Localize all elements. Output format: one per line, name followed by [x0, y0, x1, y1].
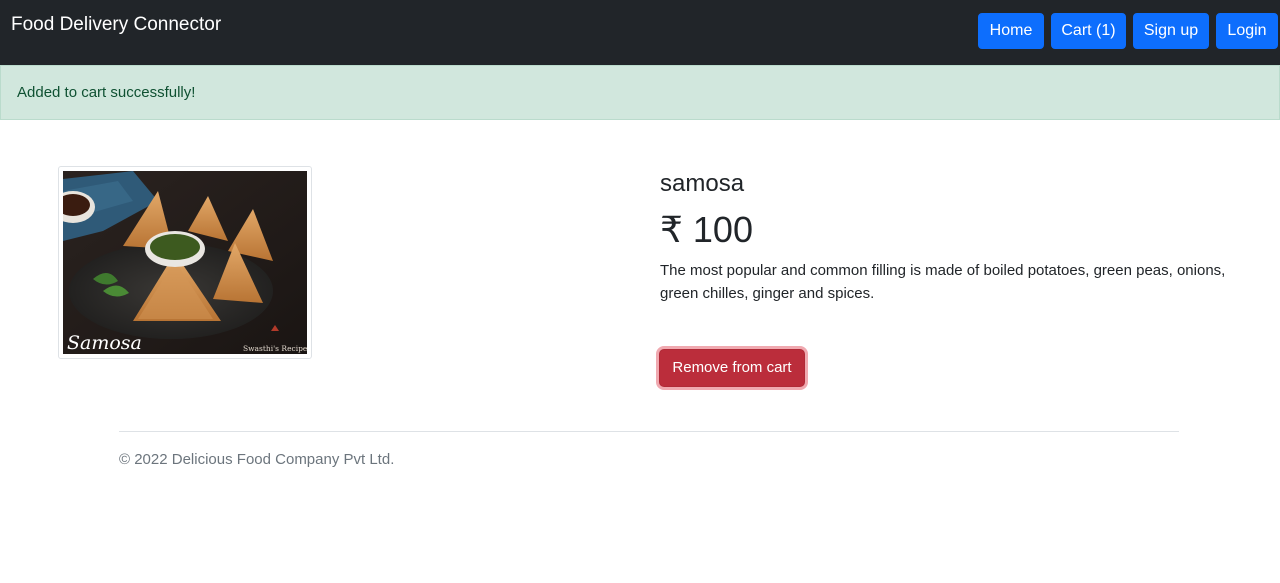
- footer-divider: [119, 431, 1179, 432]
- cart-button[interactable]: Cart (1): [1051, 13, 1126, 49]
- product-description: The most popular and common filling is m…: [660, 262, 1226, 302]
- signup-button[interactable]: Sign up: [1133, 13, 1209, 49]
- top-navbar: Food Delivery Connector Home Cart (1) Si…: [0, 0, 1280, 65]
- product-title: samosa: [660, 170, 745, 197]
- login-button[interactable]: Login: [1216, 13, 1278, 49]
- image-watermark-text: Swasthi's Recipes: [243, 344, 307, 353]
- product-price: ₹ 100: [660, 209, 753, 250]
- alert-message: Added to cart successfully!: [17, 84, 196, 101]
- remove-from-cart-button[interactable]: Remove from cart: [659, 349, 805, 387]
- brand-link[interactable]: Food Delivery Connector: [11, 13, 221, 37]
- success-alert: Added to cart successfully!: [0, 65, 1280, 120]
- image-caption-text: Samosa: [67, 332, 142, 354]
- product-image-frame: Samosa Swasthi's Recipes: [58, 166, 312, 359]
- footer-copyright: © 2022 Delicious Food Company Pvt Ltd.: [119, 451, 395, 468]
- samosa-image: Samosa Swasthi's Recipes: [63, 171, 307, 354]
- home-button[interactable]: Home: [978, 13, 1044, 49]
